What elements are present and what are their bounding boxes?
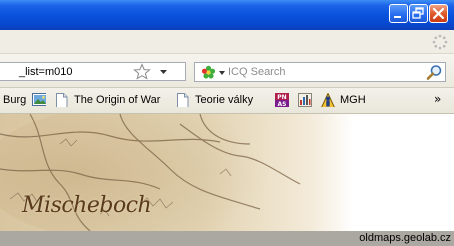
status-domain: oldmaps.geolab.cz: [359, 232, 451, 244]
bookmark-the-origin-of-war[interactable]: The Origin of War: [55, 92, 160, 108]
page-icon: [177, 93, 189, 107]
engine-dropdown-icon[interactable]: [219, 71, 225, 75]
restore-icon: [412, 7, 424, 19]
bookmark-label: The Origin of War: [74, 94, 161, 106]
minimize-icon: [394, 16, 401, 18]
bookmark-label: Teorie války: [195, 94, 254, 106]
bookmark-label: MGH: [340, 94, 366, 106]
browser-window: _list=m010 ICQ Search Burg The Origin of…: [0, 0, 454, 246]
bookmark-burg[interactable]: Burg: [3, 92, 26, 108]
navigation-toolbar: _list=m010 ICQ Search: [0, 54, 454, 88]
bookmarks-overflow-button[interactable]: »: [434, 92, 441, 106]
title-bar: [0, 0, 454, 30]
history-dropdown-icon[interactable]: [160, 70, 167, 75]
close-icon: [432, 7, 445, 20]
svg-text:AS: AS: [278, 101, 287, 107]
bookmark-star-icon[interactable]: [133, 63, 151, 80]
address-bar[interactable]: _list=m010: [0, 62, 186, 81]
menu-bar: [0, 30, 454, 54]
bookmark-teorie-valky[interactable]: Teorie války: [176, 92, 253, 108]
bookmark-label: Burg: [3, 94, 27, 106]
bookmark-picture[interactable]: [32, 92, 51, 108]
pn-as-icon: PN AS: [275, 93, 289, 107]
search-go-icon[interactable]: [426, 64, 443, 81]
bookmark-mgh[interactable]: MGH: [321, 92, 366, 108]
map-place-label: Mischeboch: [22, 193, 152, 218]
loading-throbber-icon: [432, 34, 448, 50]
minimize-button[interactable]: [389, 4, 408, 23]
address-text[interactable]: _list=m010: [19, 66, 73, 78]
icq-flower-icon[interactable]: [201, 65, 216, 80]
page-content: Mischeboch: [0, 114, 454, 231]
person-icon: [321, 93, 335, 107]
page-icon: [56, 93, 68, 107]
search-placeholder[interactable]: ICQ Search: [228, 66, 285, 78]
status-bar: oldmaps.geolab.cz: [0, 231, 454, 246]
bookmark-pn-as[interactable]: PN AS: [275, 92, 294, 108]
picture-icon: [32, 93, 46, 106]
bookmark-chart[interactable]: [298, 92, 317, 108]
bookmarks-toolbar: Burg The Origin of War Teorie války PN A…: [0, 88, 454, 114]
svg-text:PN: PN: [277, 94, 286, 101]
chart-icon: [298, 93, 312, 107]
restore-button[interactable]: [409, 4, 428, 23]
close-button[interactable]: [429, 4, 448, 23]
search-bar[interactable]: ICQ Search: [194, 62, 446, 82]
